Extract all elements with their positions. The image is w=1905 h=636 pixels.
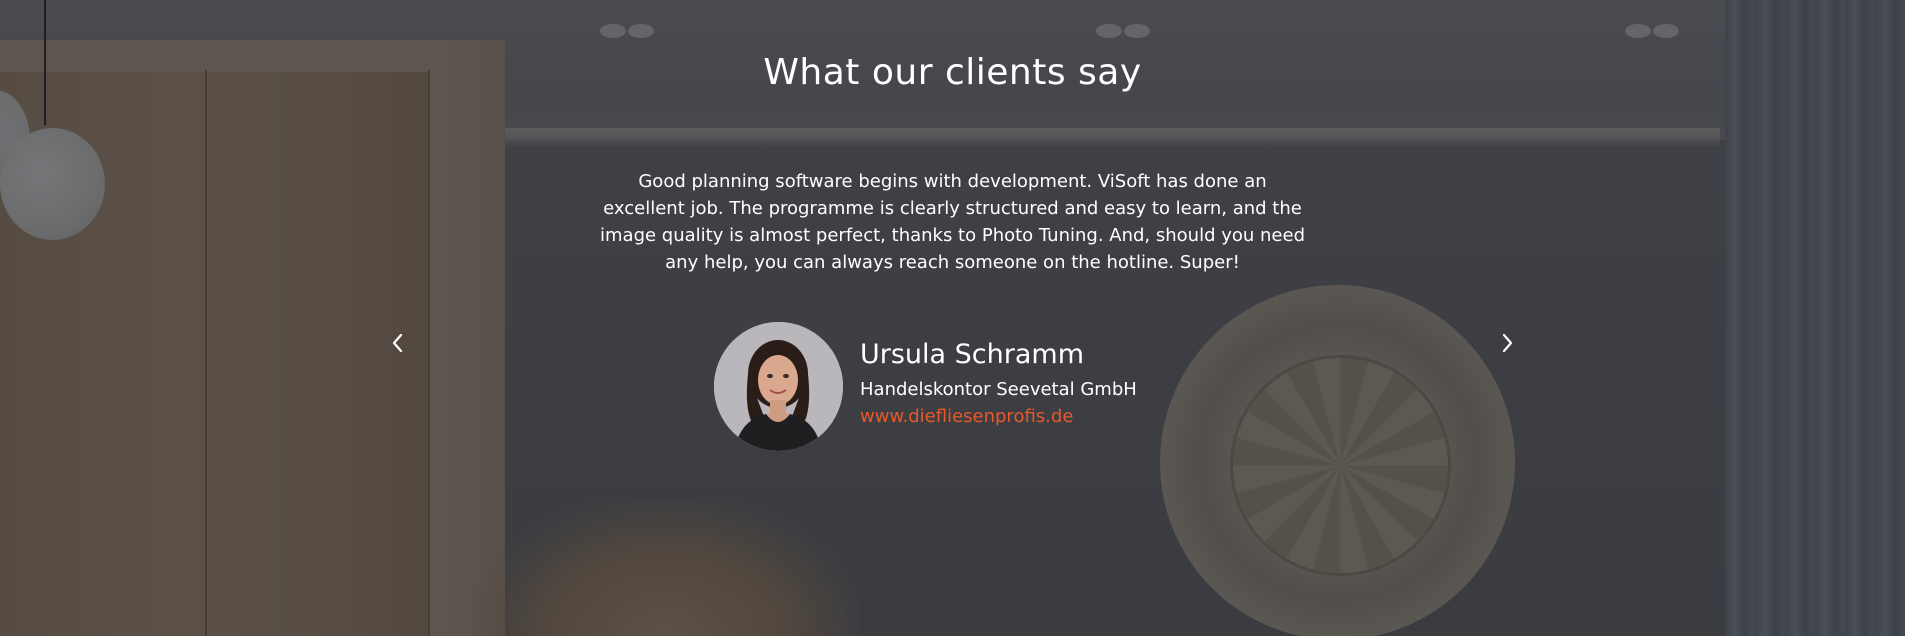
testimonial-section: What our clients say Good planning softw…	[0, 0, 1905, 636]
dark-overlay	[0, 0, 1905, 636]
chevron-left-icon	[389, 332, 407, 358]
client-website-link[interactable]: www.diefliesenprofis.de	[860, 406, 1073, 427]
carousel-prev-button[interactable]	[383, 330, 413, 360]
client-name: Ursula Schramm	[860, 339, 1085, 370]
chevron-right-icon	[1498, 332, 1516, 358]
carousel-next-button[interactable]	[1492, 330, 1522, 360]
testimonial-quote: Good planning software begins with devel…	[600, 171, 1305, 273]
section-heading: What our clients say	[763, 52, 1142, 93]
avatar	[714, 322, 843, 451]
client-company: Handelskontor Seevetal GmbH	[860, 379, 1137, 400]
